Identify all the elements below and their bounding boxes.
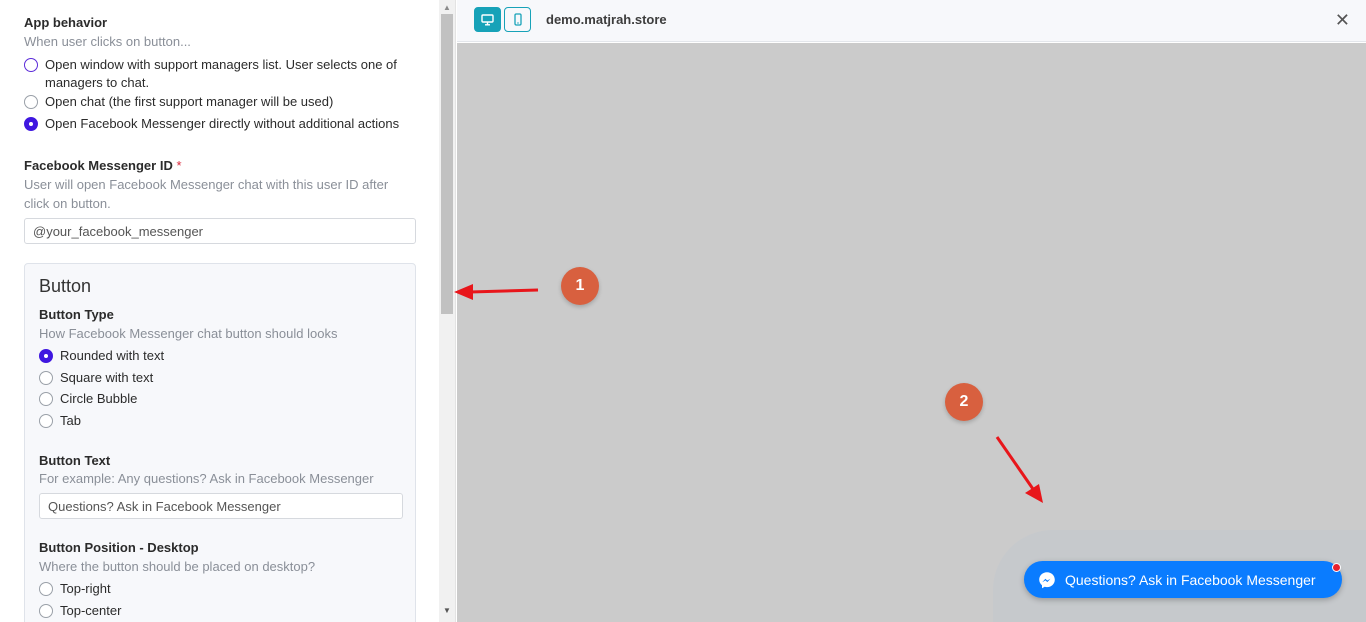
app-behavior-label: App behavior — [24, 15, 108, 30]
radio-unchecked-icon[interactable] — [39, 414, 53, 428]
radio-label: Top-right — [60, 581, 111, 596]
app-behavior-option-3[interactable]: Open Facebook Messenger directly without… — [24, 115, 416, 133]
button-type-option-circle[interactable]: Circle Bubble — [39, 390, 137, 408]
position-option-top-right[interactable]: Top-right — [39, 580, 111, 598]
button-type-label: Button Type — [39, 307, 114, 322]
radio-unchecked-icon[interactable] — [39, 582, 53, 596]
radio-label: Open window with support managers list. … — [45, 57, 397, 90]
scroll-up-icon[interactable]: ▲ — [443, 4, 451, 12]
app-behavior-help: When user clicks on button... — [24, 34, 191, 49]
messenger-id-label: Facebook Messenger ID * — [24, 158, 182, 173]
button-settings-card: Button Button Type How Facebook Messenge… — [24, 263, 416, 622]
button-type-option-square[interactable]: Square with text — [39, 369, 153, 387]
position-option-top-center[interactable]: Top-center — [39, 602, 121, 620]
button-text-input[interactable]: Questions? Ask in Facebook Messenger — [39, 493, 403, 519]
messenger-id-input[interactable]: @your_facebook_messenger — [24, 218, 416, 244]
button-type-option-tab[interactable]: Tab — [39, 412, 81, 430]
button-position-label: Button Position - Desktop — [39, 540, 199, 555]
button-text-help: For example: Any questions? Ask in Faceb… — [39, 471, 374, 486]
scrollbar-thumb[interactable] — [441, 14, 453, 314]
radio-label: Open chat (the first support manager wil… — [45, 94, 334, 109]
radio-checked-icon[interactable] — [39, 349, 53, 363]
mobile-view-button[interactable] — [504, 7, 531, 32]
required-mark: * — [176, 158, 182, 173]
button-type-option-rounded[interactable]: Rounded with text — [39, 347, 164, 365]
radio-unchecked-icon[interactable] — [39, 604, 53, 618]
messenger-id-label-text: Facebook Messenger ID — [24, 158, 173, 173]
button-type-help: How Facebook Messenger chat button shoul… — [39, 326, 338, 341]
radio-label: Rounded with text — [60, 348, 165, 363]
preview-domain: demo.matjrah.store — [546, 12, 667, 27]
button-section-title: Button — [39, 276, 92, 296]
scroll-down-icon[interactable]: ▼ — [443, 607, 451, 615]
radio-unchecked-icon[interactable] — [39, 392, 53, 406]
messenger-button-text: Questions? Ask in Facebook Messenger — [1065, 571, 1316, 588]
radio-unchecked-icon[interactable] — [24, 58, 38, 72]
app-behavior-option-2[interactable]: Open chat (the first support manager wil… — [24, 93, 416, 111]
radio-label: Circle Bubble — [60, 391, 138, 406]
desktop-view-button[interactable] — [474, 7, 501, 32]
close-icon[interactable]: ✕ — [1335, 10, 1350, 30]
radio-unchecked-icon[interactable] — [39, 371, 53, 385]
desktop-icon — [481, 13, 494, 26]
annotation-badge-1: 1 — [561, 267, 599, 305]
radio-unchecked-icon[interactable] — [24, 95, 38, 109]
messenger-id-help: User will open Facebook Messenger chat w… — [24, 177, 389, 211]
preview-toolbar: demo.matjrah.store ✕ — [457, 0, 1366, 42]
annotation-badge-2: 2 — [945, 383, 983, 421]
radio-label: Open Facebook Messenger directly without… — [45, 116, 400, 131]
messenger-icon — [1039, 571, 1055, 588]
mobile-icon — [513, 13, 522, 26]
app-behavior-option-1[interactable]: Open window with support managers list. … — [24, 56, 416, 92]
messenger-chat-button[interactable]: Questions? Ask in Facebook Messenger — [1024, 561, 1342, 598]
radio-checked-icon[interactable] — [24, 117, 38, 131]
radio-label: Top-center — [60, 603, 122, 618]
button-position-help: Where the button should be placed on des… — [39, 559, 316, 574]
radio-label: Square with text — [60, 370, 154, 385]
button-text-label: Button Text — [39, 453, 111, 468]
settings-panel: App behavior When user clicks on button.… — [0, 0, 456, 622]
notification-dot — [1332, 563, 1341, 572]
radio-label: Tab — [60, 413, 81, 428]
